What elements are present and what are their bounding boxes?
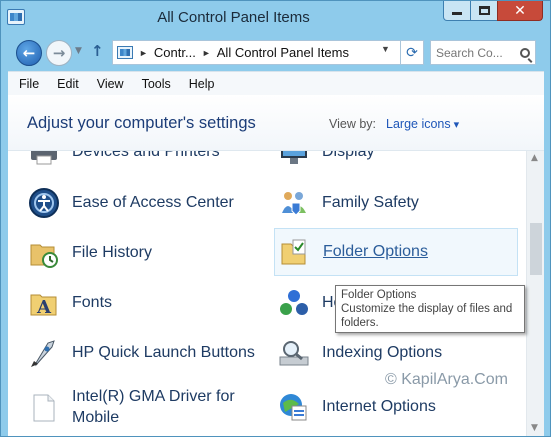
menu-tools[interactable]: Tools bbox=[142, 77, 171, 91]
tooltip-line2: folders. bbox=[341, 317, 379, 329]
file-history-icon bbox=[30, 244, 58, 268]
item-label: Ease of Access Center bbox=[72, 194, 234, 211]
address-chevron-down-icon[interactable]: ▼ bbox=[381, 44, 390, 54]
item-label: Display bbox=[322, 151, 375, 160]
item-label-line2: Mobile bbox=[72, 409, 120, 426]
view-by-label: View by: bbox=[329, 117, 377, 131]
item-label: Intel(R) GMA Driver for bbox=[72, 388, 235, 405]
recent-locations-chevron-down-icon[interactable]: ▼ bbox=[75, 46, 82, 56]
item-label: Internet Options bbox=[322, 398, 436, 415]
window-title: All Control Panel Items bbox=[157, 9, 310, 26]
item-file-history[interactable]: File History bbox=[28, 232, 268, 274]
scroll-down-icon[interactable]: ▼ bbox=[531, 423, 538, 433]
scroll-thumb[interactable] bbox=[530, 223, 542, 275]
internet-options-icon bbox=[280, 394, 307, 421]
tooltip-title: Folder Options bbox=[341, 289, 417, 301]
item-devices-and-printers[interactable]: Devices and Printers bbox=[28, 151, 268, 173]
watermark: © KapilArya.Com bbox=[385, 371, 508, 388]
scroll-up-icon[interactable]: ▲ bbox=[531, 153, 538, 163]
back-button[interactable]: ← bbox=[16, 40, 42, 66]
indexing-icon bbox=[279, 341, 309, 366]
search-input[interactable]: Search Co... bbox=[430, 40, 536, 65]
item-hp-quick-launch[interactable]: HP Quick Launch Buttons bbox=[28, 332, 268, 374]
address-bar-row: ← → ▼ ↑ ► Contr... ► All Control Panel I… bbox=[8, 37, 544, 71]
item-label: Family Safety bbox=[322, 194, 419, 211]
search-icon[interactable] bbox=[520, 47, 530, 58]
content-header: Adjust your computer's settings View by:… bbox=[8, 95, 544, 151]
vertical-scrollbar[interactable]: ▲ ▼ bbox=[526, 151, 544, 436]
family-safety-icon bbox=[282, 192, 306, 216]
control-panel-icon bbox=[117, 46, 133, 59]
control-panel-window: All Control Panel Items ✕ ← → ▼ ↑ ► Cont… bbox=[0, 0, 551, 437]
maximize-button[interactable] bbox=[470, 1, 498, 21]
refresh-button[interactable]: ⟳ bbox=[400, 40, 424, 65]
minimize-icon bbox=[452, 12, 462, 15]
menu-file[interactable]: File bbox=[19, 77, 39, 91]
item-indexing-options[interactable]: Indexing Options bbox=[278, 332, 518, 374]
view-by-dropdown[interactable]: Large icons bbox=[386, 117, 459, 131]
menu-view[interactable]: View bbox=[97, 77, 124, 91]
item-intel-gma-driver[interactable]: Intel(R) GMA Driver for Mobile bbox=[28, 382, 268, 434]
item-internet-options[interactable]: Internet Options bbox=[278, 382, 518, 434]
item-label: Indexing Options bbox=[322, 344, 443, 361]
maximize-icon bbox=[478, 6, 490, 15]
item-fonts[interactable]: A Fonts bbox=[28, 282, 268, 324]
ease-of-access-icon bbox=[29, 188, 59, 218]
item-label: File History bbox=[72, 244, 153, 261]
item-label: Folder Options bbox=[323, 243, 428, 260]
document-icon bbox=[33, 394, 55, 422]
svg-text:A: A bbox=[36, 297, 52, 318]
breadcrumb-segment[interactable]: Contr... bbox=[154, 45, 196, 60]
up-button[interactable]: ↑ bbox=[91, 42, 104, 60]
close-icon: ✕ bbox=[514, 2, 526, 19]
fonts-folder-icon: A bbox=[30, 294, 57, 318]
homegroup-icon bbox=[280, 290, 308, 315]
title-bar[interactable]: All Control Panel Items ✕ bbox=[1, 1, 550, 37]
tooltip-line1: Customize the display of files and bbox=[341, 303, 513, 315]
item-label: Devices and Printers bbox=[72, 151, 220, 160]
item-label: HP Quick Launch Buttons bbox=[72, 344, 255, 361]
folder-options-tooltip: Folder Options Customize the display of … bbox=[335, 285, 525, 333]
item-display[interactable]: Display bbox=[278, 151, 518, 173]
folder-options-icon bbox=[281, 239, 306, 265]
breadcrumb-segment[interactable]: All Control Panel Items bbox=[217, 45, 349, 60]
printer-icon bbox=[31, 151, 57, 165]
breadcrumb-separator-icon[interactable]: ► bbox=[139, 48, 148, 58]
rocket-icon bbox=[31, 340, 55, 367]
page-title: Adjust your computer's settings bbox=[27, 114, 256, 132]
address-field[interactable]: ► Contr... ► All Control Panel Items ▼ bbox=[112, 40, 421, 65]
item-ease-of-access[interactable]: Ease of Access Center bbox=[28, 182, 268, 224]
search-placeholder: Search Co... bbox=[436, 45, 503, 60]
item-family-safety[interactable]: Family Safety bbox=[278, 182, 518, 224]
item-folder-options[interactable]: Folder Options bbox=[274, 228, 518, 276]
breadcrumb-separator-icon[interactable]: ► bbox=[202, 48, 211, 58]
forward-button[interactable]: → bbox=[46, 40, 72, 66]
menu-help[interactable]: Help bbox=[189, 77, 215, 91]
item-label: Fonts bbox=[72, 294, 113, 311]
menu-edit[interactable]: Edit bbox=[57, 77, 79, 91]
close-button[interactable]: ✕ bbox=[497, 1, 543, 21]
monitor-icon bbox=[281, 151, 307, 164]
menu-bar: File Edit View Tools Help bbox=[8, 71, 544, 95]
minimize-button[interactable] bbox=[443, 1, 471, 21]
